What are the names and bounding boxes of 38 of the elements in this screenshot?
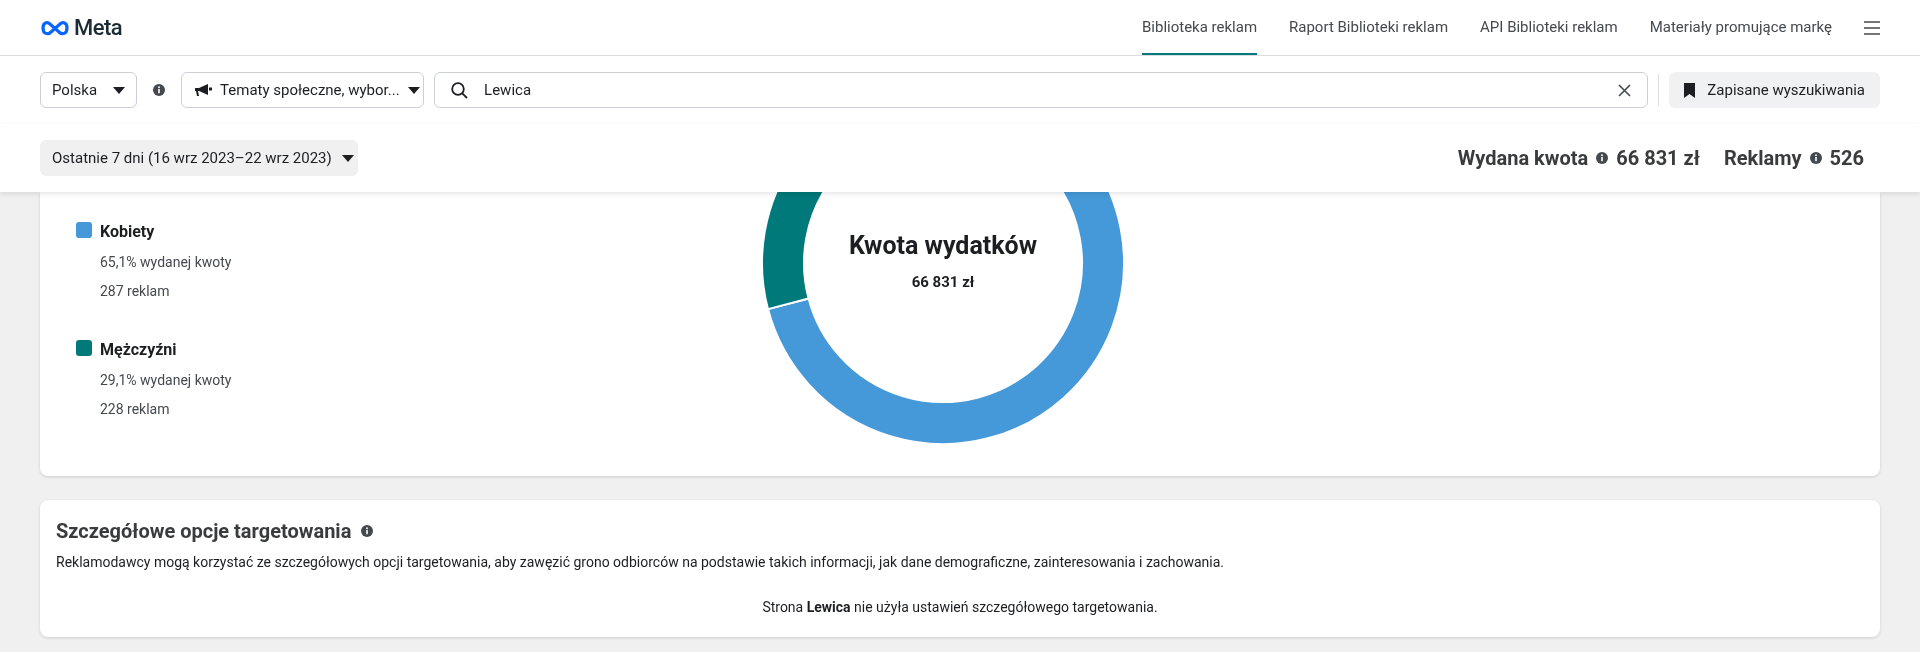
caret-icon xyxy=(113,86,126,94)
donut-center-value: 66 831 zł xyxy=(911,271,975,293)
legend-ads: 287 reklam xyxy=(100,282,171,301)
ads-value: 526 xyxy=(1829,145,1864,172)
legend-share: 65,1% wydanej kwoty xyxy=(100,253,232,272)
date-range-dropdown[interactable]: Ostatnie 7 dni (16 wrz 2023–22 wrz 2023) xyxy=(40,140,358,176)
category-dropdown[interactable]: Tematy społeczne, wybor... xyxy=(181,72,425,108)
info-icon xyxy=(153,84,166,96)
donut-center-title: Kwota wydatków xyxy=(848,230,1038,262)
logo-text: Meta xyxy=(74,14,122,42)
bookmark-icon xyxy=(1684,82,1696,98)
search-field[interactable]: Lewica xyxy=(434,72,1649,108)
nav-link[interactable]: API Biblioteki reklam xyxy=(1480,0,1618,55)
ads-label: Reklamy xyxy=(1723,145,1802,172)
legend-ads: 228 reklam xyxy=(100,400,171,419)
caret-icon xyxy=(341,154,354,162)
info-icon xyxy=(1596,152,1609,164)
spent-value: 66 831 zł xyxy=(1616,145,1700,172)
close-icon[interactable] xyxy=(1618,83,1632,97)
targeting-note: Strona Lewica nie użyła ustawień szczegółowego targetowania. xyxy=(762,598,1158,617)
legend-share: 29,1% wydanej kwoty xyxy=(100,371,232,390)
infinity-logo-icon xyxy=(40,19,70,36)
nav-link[interactable]: Raport Biblioteki reklam xyxy=(1289,0,1449,55)
card-description: Reklamodawcy mogą korzystać ze szczegółowych opcji targetowania, aby zawęzić grono odbiorców na podstawie takich informacji, jak dane demograficzne, zainteresowania i zachowania. xyxy=(56,553,1226,572)
search-icon xyxy=(451,81,469,99)
card-title: Szczegółowe opcje targetowania xyxy=(56,518,352,545)
caret-icon xyxy=(407,86,420,94)
nav-link[interactable]: Materiały promujące markę xyxy=(1649,0,1832,55)
search-input[interactable]: Lewica xyxy=(484,78,1603,102)
saved-searches-button[interactable]: Zapisane wyszukiwania xyxy=(1669,72,1880,108)
legend-title: Kobiety xyxy=(100,221,156,243)
megaphone-icon xyxy=(195,83,213,97)
info-icon xyxy=(1809,152,1822,164)
menu-icon[interactable] xyxy=(1864,20,1880,35)
legend-title: Mężczyźni xyxy=(100,339,178,361)
spent-label: Wydana kwota xyxy=(1457,145,1589,172)
info-icon xyxy=(361,525,374,537)
country-dropdown[interactable]: Polska xyxy=(40,72,138,108)
